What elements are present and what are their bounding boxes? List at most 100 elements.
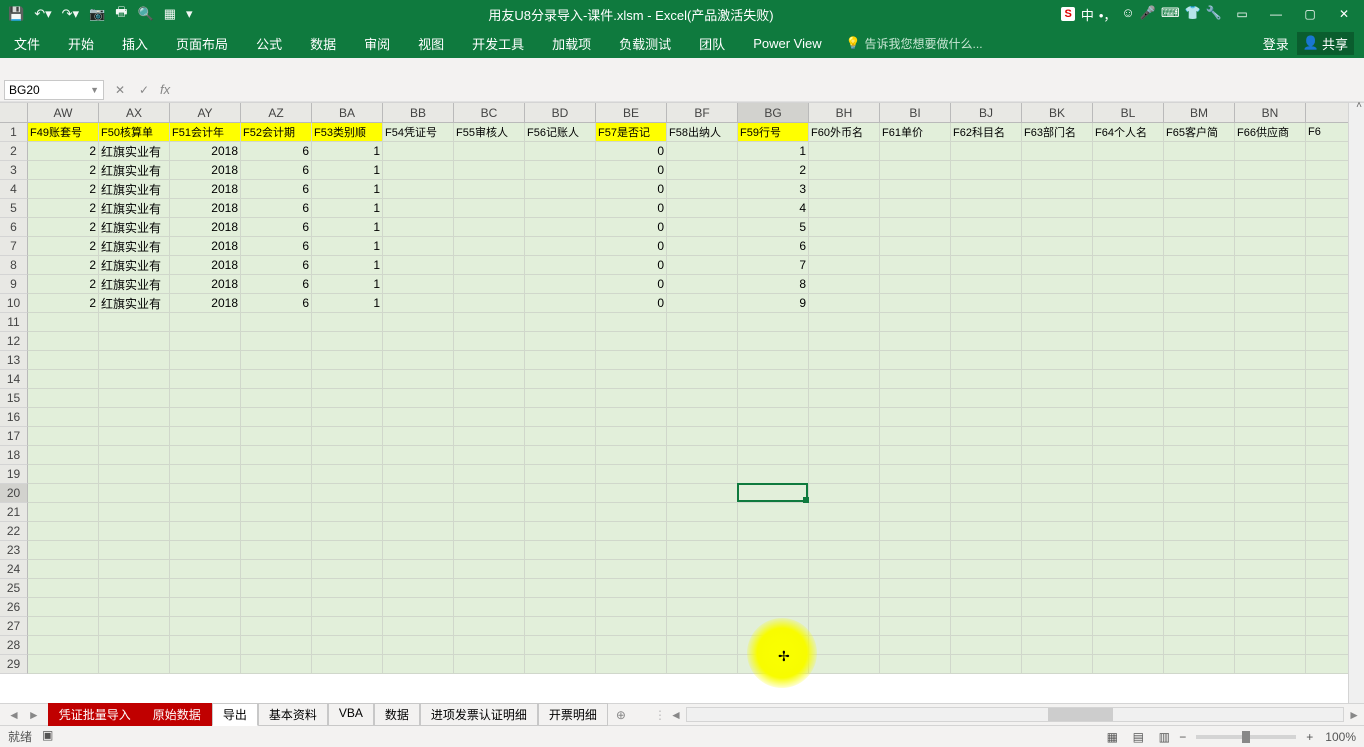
cell[interactable]: 红旗实业有: [99, 180, 170, 199]
col-header-AW[interactable]: AW: [28, 103, 99, 122]
toolbar-icon[interactable]: ▦: [164, 6, 176, 22]
cell[interactable]: [1235, 655, 1306, 674]
cell[interactable]: [951, 237, 1022, 256]
cell[interactable]: [667, 579, 738, 598]
cell[interactable]: 1: [312, 237, 383, 256]
tab-developer[interactable]: 开发工具: [458, 28, 538, 58]
cell[interactable]: 2: [28, 218, 99, 237]
cell[interactable]: 3: [738, 180, 809, 199]
cell[interactable]: F64个人名: [1093, 123, 1164, 142]
cell[interactable]: [1235, 541, 1306, 560]
sogou-ime-icon[interactable]: S: [1061, 7, 1074, 21]
cell[interactable]: [454, 332, 525, 351]
cell[interactable]: [241, 465, 312, 484]
cell[interactable]: 6: [241, 142, 312, 161]
cell[interactable]: [809, 332, 880, 351]
cell[interactable]: [454, 294, 525, 313]
row-header[interactable]: 3: [0, 161, 28, 180]
cell[interactable]: 5: [738, 218, 809, 237]
sheet-tab[interactable]: 数据: [374, 703, 420, 726]
cell[interactable]: [383, 256, 454, 275]
cell[interactable]: 0: [596, 142, 667, 161]
cell[interactable]: 6: [241, 199, 312, 218]
cell[interactable]: [951, 351, 1022, 370]
cell[interactable]: [170, 655, 241, 674]
cell[interactable]: [170, 313, 241, 332]
cell[interactable]: [809, 256, 880, 275]
row-header[interactable]: 13: [0, 351, 28, 370]
cell[interactable]: [738, 541, 809, 560]
login-link[interactable]: 登录: [1263, 34, 1289, 53]
cell[interactable]: F56记账人: [525, 123, 596, 142]
cell[interactable]: [312, 503, 383, 522]
cell[interactable]: [170, 598, 241, 617]
cell[interactable]: [1022, 484, 1093, 503]
cell[interactable]: [809, 484, 880, 503]
cell[interactable]: [525, 294, 596, 313]
cell[interactable]: [1164, 465, 1235, 484]
cell[interactable]: [525, 446, 596, 465]
row-header[interactable]: 29: [0, 655, 28, 674]
sheet-tab[interactable]: 导出: [212, 703, 258, 726]
cell[interactable]: [99, 427, 170, 446]
cell[interactable]: [525, 161, 596, 180]
cell[interactable]: [951, 598, 1022, 617]
row-header[interactable]: 24: [0, 560, 28, 579]
cell[interactable]: 6: [241, 180, 312, 199]
cell[interactable]: [951, 370, 1022, 389]
row-header[interactable]: 15: [0, 389, 28, 408]
cell[interactable]: [28, 522, 99, 541]
cell[interactable]: 2: [28, 142, 99, 161]
cell[interactable]: [880, 579, 951, 598]
sheet-next-icon[interactable]: ►: [28, 708, 40, 722]
cell[interactable]: [1164, 351, 1235, 370]
cell[interactable]: [525, 332, 596, 351]
cell[interactable]: [667, 237, 738, 256]
cell[interactable]: [170, 503, 241, 522]
spreadsheet-grid[interactable]: AWAXAYAZBABBBCBDBEBFBGBHBIBJBKBLBMBN 1F4…: [0, 103, 1364, 703]
col-header-BD[interactable]: BD: [525, 103, 596, 122]
cell[interactable]: [170, 332, 241, 351]
select-all-corner[interactable]: [0, 103, 28, 123]
cell[interactable]: [738, 617, 809, 636]
cell[interactable]: [28, 579, 99, 598]
cell[interactable]: [951, 503, 1022, 522]
cell[interactable]: [454, 389, 525, 408]
cell[interactable]: 1: [312, 142, 383, 161]
cell[interactable]: [241, 541, 312, 560]
cell[interactable]: 2018: [170, 161, 241, 180]
cell[interactable]: 6: [738, 237, 809, 256]
cell[interactable]: [454, 218, 525, 237]
cell[interactable]: [1093, 636, 1164, 655]
cell[interactable]: [809, 180, 880, 199]
cell[interactable]: [99, 408, 170, 427]
ime-mic-icon[interactable]: 🎤: [1140, 5, 1156, 24]
cell[interactable]: [738, 598, 809, 617]
cell[interactable]: [383, 484, 454, 503]
cell[interactable]: [170, 446, 241, 465]
cell[interactable]: [596, 484, 667, 503]
cell[interactable]: [454, 427, 525, 446]
cell[interactable]: 红旗实业有: [99, 256, 170, 275]
cell[interactable]: F61单价: [880, 123, 951, 142]
cell[interactable]: [809, 503, 880, 522]
cell[interactable]: [383, 199, 454, 218]
cell[interactable]: 2018: [170, 142, 241, 161]
cell[interactable]: 红旗实业有: [99, 237, 170, 256]
cell[interactable]: [738, 332, 809, 351]
cell[interactable]: [1022, 180, 1093, 199]
cell[interactable]: [99, 503, 170, 522]
cell[interactable]: [809, 294, 880, 313]
cell[interactable]: [1235, 579, 1306, 598]
cell[interactable]: [312, 446, 383, 465]
tab-formulas[interactable]: 公式: [242, 28, 296, 58]
cell[interactable]: [454, 275, 525, 294]
cell[interactable]: [312, 655, 383, 674]
cell[interactable]: [1164, 332, 1235, 351]
cell[interactable]: [1022, 218, 1093, 237]
cell[interactable]: [667, 465, 738, 484]
cell[interactable]: [1164, 598, 1235, 617]
cell[interactable]: [383, 617, 454, 636]
cell[interactable]: 9: [738, 294, 809, 313]
cell[interactable]: [1022, 313, 1093, 332]
